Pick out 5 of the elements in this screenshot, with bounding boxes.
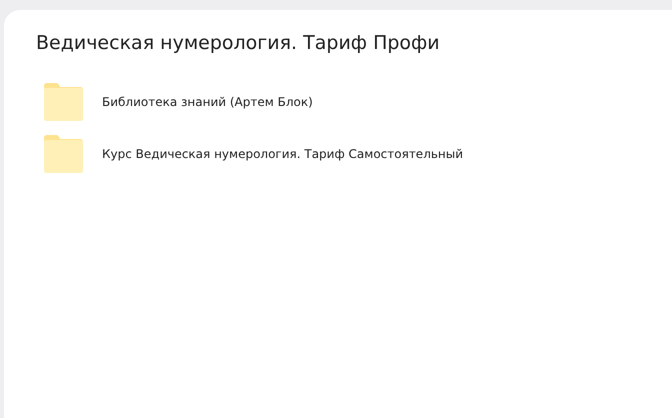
- folder-icon: [42, 134, 84, 174]
- folder-name[interactable]: Курс Ведическая нумерология. Тариф Самостоятельный: [102, 147, 464, 161]
- folder-name[interactable]: Библиотека знаний (Артем Блок): [102, 95, 313, 109]
- folder-icon: [42, 82, 84, 122]
- page-title: Ведическая нумерология. Тариф Профи: [36, 32, 441, 54]
